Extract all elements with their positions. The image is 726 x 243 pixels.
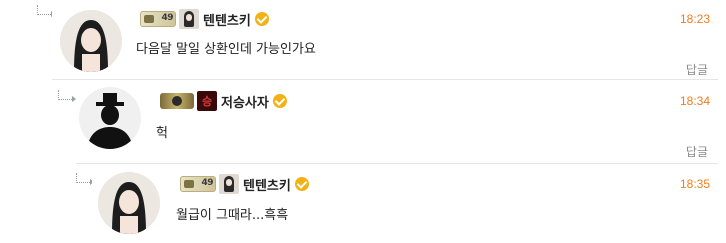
streamer-thumbnail	[219, 174, 239, 194]
divider	[52, 79, 718, 80]
reply-button[interactable]: 답글	[686, 61, 708, 78]
avatar[interactable]	[98, 172, 160, 234]
avatar[interactable]	[60, 10, 122, 72]
comment-time: 18:35	[679, 177, 710, 191]
nickname[interactable]: 텐텐츠키	[243, 175, 291, 194]
verified-badge-icon	[254, 12, 269, 26]
reply-button[interactable]: 답글	[686, 143, 708, 160]
author-line: 49 텐텐츠키	[140, 9, 269, 29]
author-line: 승 저승사자	[160, 91, 287, 111]
avatar[interactable]	[79, 87, 141, 149]
reply-arrow-icon	[37, 5, 55, 17]
level-number: 49	[161, 13, 173, 23]
comment-time: 18:23	[679, 12, 710, 26]
default-avatar-icon	[79, 87, 141, 149]
comment-thread: 49 텐텐츠키 18:23 다음달 말일 상환인데 가능인가요 답글 승 저승사…	[0, 0, 726, 243]
verified-badge-icon	[294, 177, 309, 191]
verified-badge-icon	[272, 94, 287, 108]
thumbnail-char: 승	[201, 95, 213, 108]
comment-text: 헉	[156, 126, 168, 141]
streamer-thumbnail: 승	[197, 91, 217, 111]
comment-time: 18:34	[679, 94, 710, 108]
avatar-image	[98, 172, 160, 234]
level-badge: 49	[140, 11, 176, 27]
rank-badge	[160, 93, 194, 109]
divider	[76, 163, 718, 164]
author-line: 49 텐텐츠키	[180, 174, 309, 194]
level-number: 49	[201, 178, 213, 188]
reply-arrow-icon	[58, 90, 76, 102]
nickname[interactable]: 텐텐츠키	[203, 10, 251, 29]
comment-text: 다음달 말일 상환인데 가능인가요	[136, 42, 316, 57]
reply-comment-item: 49 텐텐츠키 18:35 월급이 그때라...흑흑	[92, 166, 718, 243]
level-badge: 49	[180, 176, 216, 192]
comment-item: 49 텐텐츠키 18:23 다음달 말일 상환인데 가능인가요 답글	[52, 0, 718, 80]
nickname[interactable]: 저승사자	[221, 92, 269, 111]
avatar-image	[60, 10, 122, 72]
reply-arrow-icon	[76, 173, 94, 185]
reply-comment-item: 승 저승사자 18:34 헉 답글	[76, 82, 718, 164]
streamer-thumbnail	[179, 9, 199, 29]
comment-text: 월급이 그때라...흑흑	[176, 208, 289, 223]
